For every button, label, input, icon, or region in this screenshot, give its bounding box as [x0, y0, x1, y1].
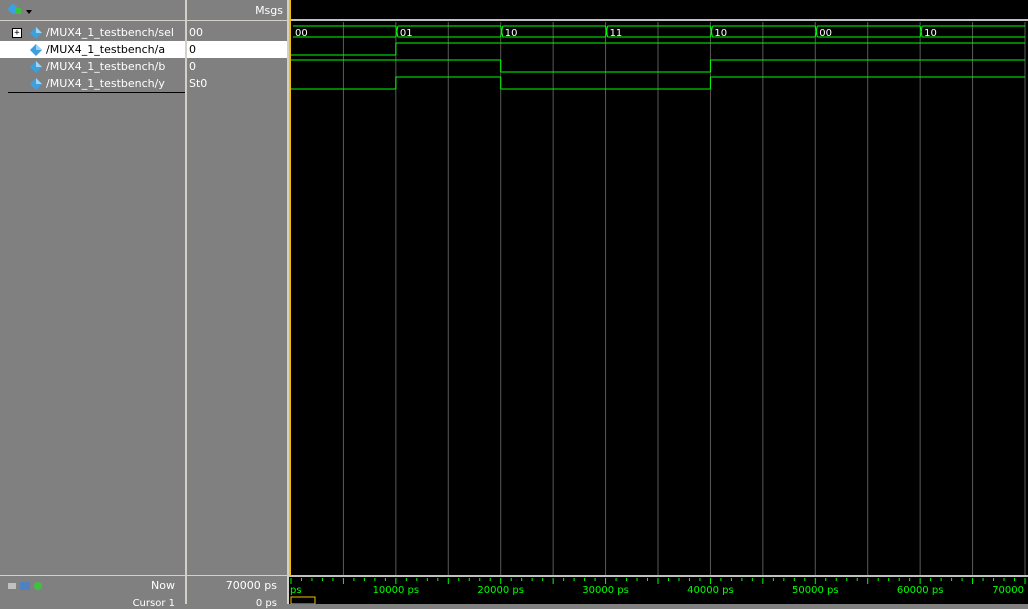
bus-value-label: 11	[610, 28, 623, 39]
signal-name: /MUX4_1_testbench/b	[46, 60, 166, 73]
signal-value: 00	[189, 26, 203, 39]
signal-name: /MUX4_1_testbench/a	[46, 43, 166, 56]
bottom-toolbar-icons[interactable]	[8, 579, 48, 594]
wave-toolbar-icon[interactable]	[7, 3, 26, 20]
signal-name: /MUX4_1_testbench/y	[46, 77, 165, 90]
ruler-tick-label: 20000 ps	[477, 585, 524, 596]
bottom-bar: Now Cursor 1 70000 ps 0 ps ps 10000 ps 200…	[0, 575, 1028, 609]
timeline-ruler[interactable]: ps 10000 ps 20000 ps 30000 ps 40000 ps 50000 …	[289, 575, 1028, 605]
timeline-ruler-canvas[interactable]: ps 10000 ps 20000 ps 30000 ps 40000 ps 50000 …	[289, 575, 1028, 605]
bus-value-label: 01	[400, 28, 413, 39]
bus-value-label: 10	[714, 28, 727, 39]
signal-row[interactable]: + /MUX4_1_testbench/sel	[0, 24, 185, 41]
signal-value-row[interactable]: 0	[187, 58, 287, 75]
signal-name: /MUX4_1_testbench/sel	[46, 26, 174, 39]
signal-value-row[interactable]: 0	[187, 41, 287, 58]
cursor-marker[interactable]	[290, 596, 316, 605]
signal-value: 0	[189, 60, 196, 73]
dropdown-arrow-icon[interactable]	[26, 5, 32, 18]
signal-row[interactable]: /MUX4_1_testbench/y	[0, 75, 185, 92]
ruler-tick-label: 60000 ps	[897, 585, 944, 596]
values-header: Msgs	[187, 0, 287, 21]
bus-value-label: 10	[924, 28, 937, 39]
ruler-tick-label: 10000 ps	[373, 585, 420, 596]
ruler-start-label: ps	[290, 585, 302, 596]
bottom-values: 70000 ps 0 ps	[187, 575, 287, 609]
expand-icon[interactable]: +	[12, 28, 22, 38]
ruler-tick-label: 50000 ps	[792, 585, 839, 596]
signal-value: St0	[189, 77, 208, 90]
bus-value-label: 10	[505, 28, 518, 39]
signal-value: 0	[189, 43, 196, 56]
now-label: Now	[151, 579, 175, 592]
signal-value-row[interactable]: St0	[187, 75, 287, 92]
signal-diamond-icon	[30, 44, 42, 56]
ruler-tick-label: 70000	[992, 585, 1024, 596]
ruler-tick-label: 40000 ps	[687, 585, 734, 596]
signal-row[interactable]: /MUX4_1_testbench/b	[0, 58, 185, 75]
cursor-line[interactable]	[289, 0, 291, 604]
signal-row[interactable]: /MUX4_1_testbench/a	[0, 41, 185, 58]
signal-diamond-icon	[30, 61, 42, 73]
bus-value-label: 00	[295, 28, 308, 39]
signal-value-row[interactable]: 00	[187, 24, 287, 41]
bus-value-label: 00	[819, 28, 832, 39]
signal-names-pane: + /MUX4_1_testbench/sel/MUX4_1_testbench/…	[0, 0, 283, 604]
waveform-pane[interactable]: 00 01 10 11 10 00 10	[289, 0, 1028, 604]
names-header	[0, 0, 185, 21]
signal-diamond-icon	[30, 27, 42, 39]
now-value: 70000 ps	[225, 579, 277, 592]
waveform-canvas[interactable]: 00 01 10 11 10 00 10	[289, 0, 1028, 575]
ruler-tick-label: 30000 ps	[582, 585, 629, 596]
signal-values-pane: Msgs 00 0 0 St0	[187, 0, 287, 604]
bottom-names: Now Cursor 1	[0, 575, 185, 609]
msgs-header-label: Msgs	[255, 4, 283, 17]
signal-diamond-icon	[30, 78, 42, 90]
